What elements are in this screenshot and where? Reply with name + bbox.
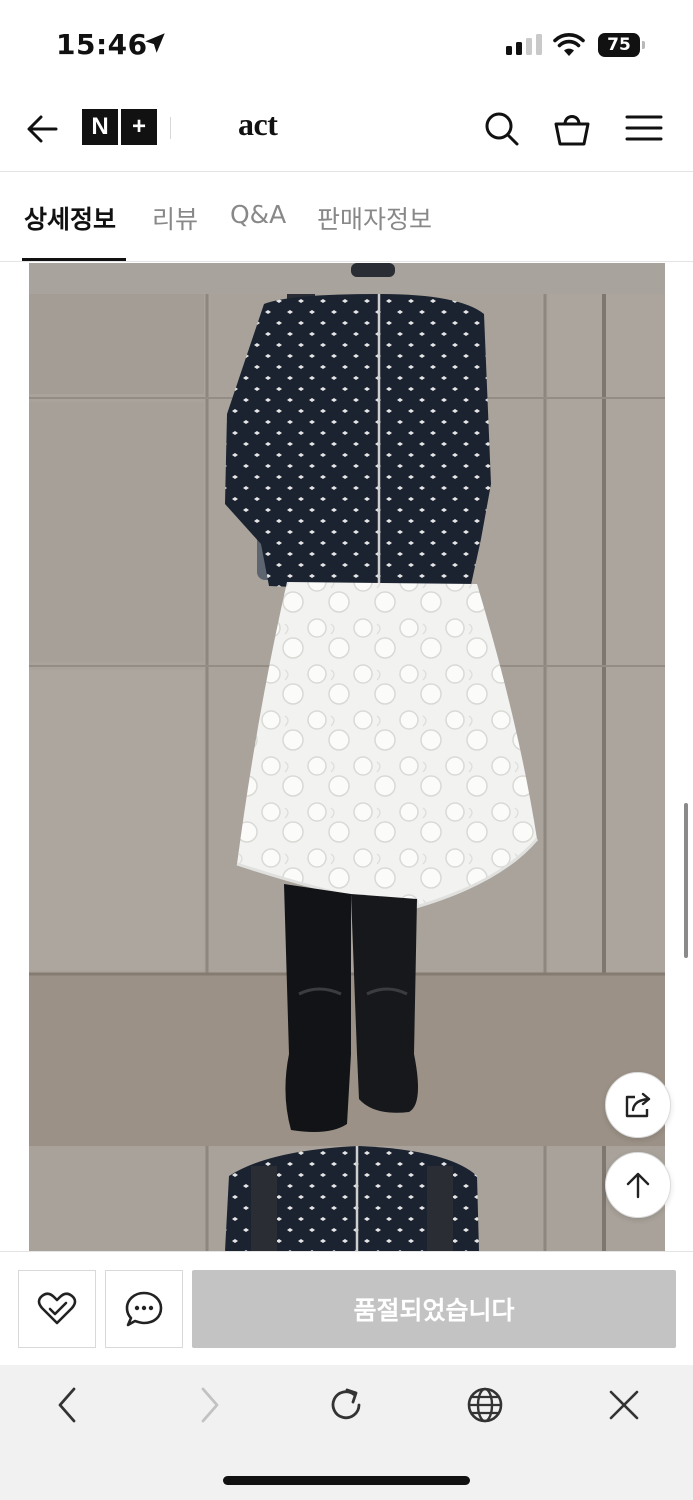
tab-detail[interactable]: 상세정보 bbox=[24, 200, 116, 236]
home-indicator bbox=[223, 1476, 470, 1485]
tab-review[interactable]: 리뷰 bbox=[152, 200, 198, 236]
battery-level: 75 bbox=[607, 35, 631, 55]
status-time: 15:46 bbox=[56, 28, 148, 61]
logo-plus: + bbox=[121, 109, 157, 145]
status-bar: 15:46 75 bbox=[0, 0, 693, 92]
browser-back-icon bbox=[58, 1387, 76, 1423]
battery-tip bbox=[642, 41, 645, 49]
browser-toolbar bbox=[0, 1365, 693, 1500]
product-tabs: 상세정보 리뷰 Q&A 판매자정보 bbox=[0, 174, 693, 262]
share-button[interactable] bbox=[605, 1072, 671, 1138]
shopping-bag-icon[interactable] bbox=[552, 108, 592, 148]
logo-n: N bbox=[82, 109, 118, 145]
store-brand[interactable]: act bbox=[238, 106, 278, 143]
close-icon bbox=[609, 1390, 639, 1420]
soldout-button[interactable]: 품절되었습니다 bbox=[192, 1270, 676, 1348]
product-image-previous bbox=[29, 263, 665, 294]
wishlist-heart-icon bbox=[37, 1292, 77, 1325]
battery-icon: 75 bbox=[598, 33, 640, 57]
header-divider bbox=[170, 117, 171, 139]
tab-seller-info[interactable]: 판매자정보 bbox=[317, 200, 432, 236]
tab-qna[interactable]: Q&A bbox=[230, 200, 286, 229]
cellular-signal-icon bbox=[506, 34, 542, 55]
reload-icon bbox=[331, 1388, 361, 1420]
product-detail-content[interactable] bbox=[0, 263, 693, 1251]
chat-bubble-icon bbox=[125, 1291, 163, 1327]
tab-active-indicator bbox=[22, 258, 126, 261]
back-arrow-icon[interactable] bbox=[22, 108, 64, 150]
location-arrow-icon bbox=[145, 33, 165, 53]
browser-back-button[interactable] bbox=[43, 1381, 91, 1429]
talk-talk-button[interactable] bbox=[105, 1270, 183, 1348]
close-button[interactable] bbox=[600, 1381, 648, 1429]
product-image-model bbox=[29, 294, 665, 1146]
search-icon[interactable] bbox=[481, 108, 521, 148]
scroll-indicator[interactable] bbox=[684, 803, 688, 958]
product-image-next bbox=[29, 1146, 665, 1251]
scroll-top-icon bbox=[626, 1172, 650, 1199]
wishlist-button[interactable] bbox=[18, 1270, 96, 1348]
purchase-action-bar: 품절되었습니다 bbox=[0, 1251, 693, 1365]
naver-plus-logo[interactable]: N + bbox=[82, 109, 157, 145]
reload-button[interactable] bbox=[322, 1381, 370, 1429]
globe-icon bbox=[467, 1387, 503, 1423]
browser-forward-icon bbox=[201, 1387, 219, 1423]
scroll-top-button[interactable] bbox=[605, 1152, 671, 1218]
share-icon bbox=[625, 1092, 651, 1118]
app-header: N + act bbox=[0, 92, 693, 172]
hamburger-menu-icon[interactable] bbox=[624, 108, 664, 148]
globe-button[interactable] bbox=[461, 1381, 509, 1429]
wifi-icon bbox=[553, 33, 585, 56]
browser-forward-button[interactable] bbox=[186, 1381, 234, 1429]
